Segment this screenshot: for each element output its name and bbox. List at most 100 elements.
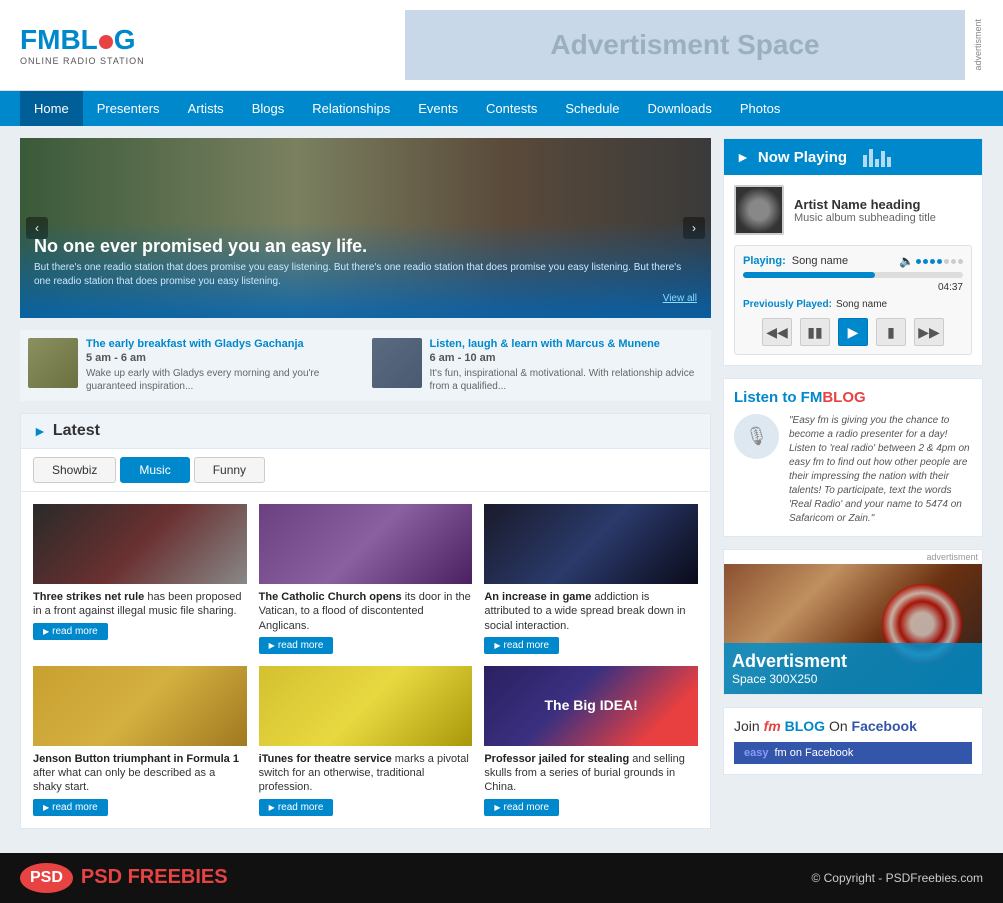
- hero-view-all-link[interactable]: View all: [663, 293, 697, 304]
- article-thumb-6: The Big IDEA!: [484, 666, 698, 746]
- listen-brand: FM: [801, 389, 823, 406]
- article-thumb-4: [33, 666, 247, 746]
- tab-music[interactable]: Music: [120, 457, 189, 483]
- nav-relationships[interactable]: Relationships: [298, 91, 404, 126]
- show-title-2: Listen, laugh & learn with Marcus & Mune…: [430, 338, 704, 350]
- stop-button[interactable]: ▮: [876, 318, 906, 346]
- vol-dot-4: [937, 259, 942, 264]
- read-more-btn-1[interactable]: read more: [33, 623, 108, 640]
- player-controls-area: Playing: Song name 🔈: [734, 245, 972, 355]
- main-container: ‹ › No one ever promised you an easy lif…: [0, 126, 1003, 853]
- show-time-2: 6 am - 10 am: [430, 352, 704, 364]
- logo-text: FMBLG: [20, 24, 145, 56]
- footer: PSD PSD FREEBIES © Copyright - PSDFreebi…: [0, 853, 1003, 903]
- track-album: Music album subheading title: [794, 212, 936, 224]
- show-desc-2: It's fun, inspirational & motivational. …: [430, 367, 704, 393]
- footer-logo: PSD PSD FREEBIES: [20, 863, 228, 893]
- main-nav: Home Presenters Artists Blogs Relationsh…: [0, 91, 1003, 126]
- fb-facebook-text: Facebook: [852, 718, 917, 734]
- show-time-1: 5 am - 6 am: [86, 352, 360, 364]
- progress-time: 04:37: [743, 282, 963, 293]
- prev-track-button[interactable]: ◀◀: [762, 318, 792, 346]
- track-details: Artist Name heading Music album subheadi…: [794, 197, 936, 224]
- read-more-btn-5[interactable]: read more: [259, 799, 334, 816]
- ad-banner-text: Advertisment Space: [550, 29, 819, 61]
- articles-grid: Three strikes net rule has been proposed…: [21, 492, 710, 828]
- read-more-btn-4[interactable]: read more: [33, 799, 108, 816]
- prev-played-label: Previously Played:: [743, 299, 832, 310]
- article-card-2: The Catholic Church opens its door in th…: [259, 504, 473, 654]
- fb-join-text: Join: [734, 718, 764, 734]
- ad-overlay-title: Advertisment: [732, 651, 974, 672]
- article-title-6: Professor jailed for stealing and sellin…: [484, 752, 698, 795]
- listen-box: Listen to FMBLOG 🎙 "Easy fm is giving yo…: [723, 378, 983, 537]
- track-info: Artist Name heading Music album subheadi…: [734, 185, 972, 235]
- nav-downloads[interactable]: Downloads: [634, 91, 726, 126]
- eq-bar-2: [869, 149, 873, 167]
- ad-overlay: Advertisment Space 300X250: [724, 643, 982, 694]
- article-card-1: Three strikes net rule has been proposed…: [33, 504, 247, 654]
- prev-played-song: Song name: [836, 299, 887, 310]
- vol-dot-7: [958, 259, 963, 264]
- fb-fm-text: fm: [764, 718, 781, 734]
- playing-label: Playing:: [743, 255, 786, 267]
- show-thumb-2: [372, 338, 422, 388]
- show-desc-1: Wake up early with Gladys every morning …: [86, 367, 360, 393]
- volume-control[interactable]: 🔈: [899, 254, 963, 268]
- read-more-btn-3[interactable]: read more: [484, 637, 559, 654]
- latest-header: ► Latest: [21, 414, 710, 449]
- ad-label: advertisment: [724, 550, 982, 564]
- listen-brand-accent: BLOG: [822, 389, 865, 406]
- nav-contests[interactable]: Contests: [472, 91, 551, 126]
- tab-showbiz[interactable]: Showbiz: [33, 457, 116, 483]
- listen-title-start: Listen to: [734, 389, 801, 406]
- article-card-3: An increase in game addiction is attribu…: [484, 504, 698, 654]
- eq-bar-3: [875, 159, 879, 167]
- next-track-button[interactable]: ▶▶: [914, 318, 944, 346]
- listen-microphone-icon: 🎙: [734, 414, 779, 459]
- ad-image: Advertisment Space 300X250: [724, 564, 982, 694]
- play-button[interactable]: ▶: [838, 318, 868, 346]
- vol-dot-5: [944, 259, 949, 264]
- read-more-btn-6[interactable]: read more: [484, 799, 559, 816]
- fb-blog-text: BLOG: [785, 718, 825, 734]
- top-header: FMBLG ONLINE RADIO STATION Advertisment …: [0, 0, 1003, 91]
- nav-photos[interactable]: Photos: [726, 91, 794, 126]
- player-content: Artist Name heading Music album subheadi…: [724, 175, 982, 365]
- nav-home[interactable]: Home: [20, 91, 83, 126]
- now-playing-header: ► Now Playing: [724, 139, 982, 175]
- listen-text: "Easy fm is giving you the chance to bec…: [789, 414, 972, 526]
- facebook-link[interactable]: easy fm on Facebook: [734, 742, 972, 764]
- nav-presenters[interactable]: Presenters: [83, 91, 174, 126]
- read-more-btn-2[interactable]: read more: [259, 637, 334, 654]
- article-card-6: The Big IDEA! Professor jailed for steal…: [484, 666, 698, 816]
- vol-dot-6: [951, 259, 956, 264]
- nav-schedule[interactable]: Schedule: [551, 91, 633, 126]
- progress-bar[interactable]: [743, 272, 963, 278]
- nav-events[interactable]: Events: [404, 91, 472, 126]
- tab-funny[interactable]: Funny: [194, 457, 265, 483]
- footer-brand-accent: PSD: [81, 866, 122, 888]
- article-thumb-1: [33, 504, 247, 584]
- footer-brand: PSD FREEBIES: [81, 866, 228, 889]
- playing-line: Playing: Song name 🔈: [743, 254, 963, 268]
- hero-section: ‹ › No one ever promised you an easy lif…: [20, 138, 711, 318]
- nav-blogs[interactable]: Blogs: [238, 91, 299, 126]
- facebook-box: Join fm BLOG On Facebook easy fm on Face…: [723, 707, 983, 775]
- show-previews: The early breakfast with Gladys Gachanja…: [20, 330, 711, 401]
- article-card-5: iTunes for theatre service marks a pivot…: [259, 666, 473, 816]
- psd-badge: PSD: [20, 863, 73, 893]
- prev-played-line: Previously Played: Song name: [743, 299, 963, 310]
- hero-overlay: No one ever promised you an easy life. B…: [20, 222, 711, 318]
- nav-artists[interactable]: Artists: [174, 91, 238, 126]
- article-title-2: The Catholic Church opens its door in th…: [259, 590, 473, 633]
- footer-freebies-text: FREEBIES: [122, 866, 228, 888]
- show-item-2: Listen, laugh & learn with Marcus & Mune…: [372, 338, 704, 393]
- show-info-1: The early breakfast with Gladys Gachanja…: [86, 338, 360, 393]
- pause-button[interactable]: ▮▮: [800, 318, 830, 346]
- eq-bars: [863, 147, 891, 167]
- article-title-1: Three strikes net rule has been proposed…: [33, 590, 247, 619]
- fb-link-rest: fm on Facebook: [774, 747, 853, 759]
- ad-banner: Advertisment Space: [405, 10, 965, 80]
- track-artist: Artist Name heading: [794, 197, 936, 212]
